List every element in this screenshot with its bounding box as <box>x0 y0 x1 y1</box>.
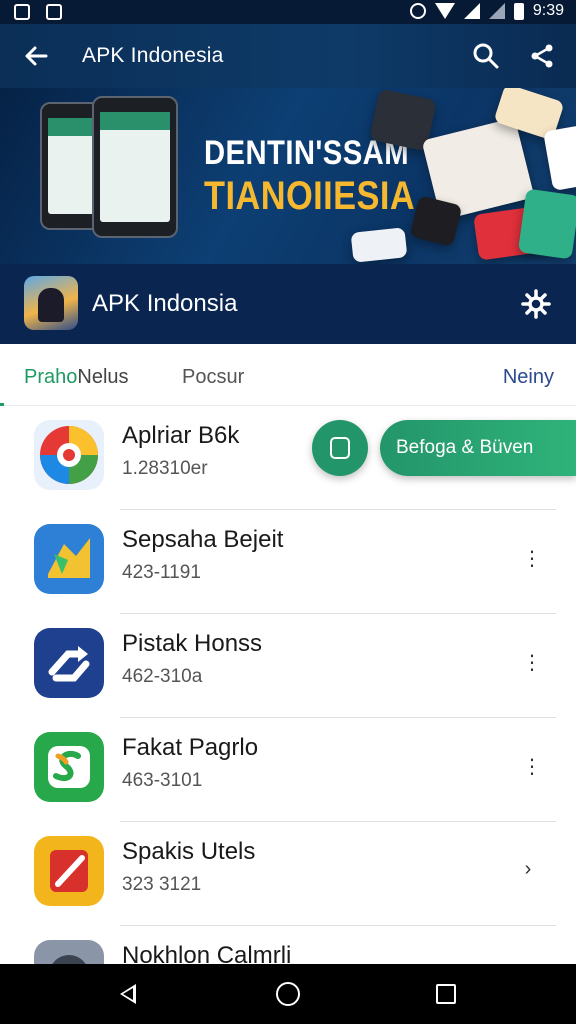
overflow-menu-icon[interactable]: ⋮ <box>522 650 542 675</box>
app-tile-illustration <box>409 195 463 247</box>
item-title: Spakis Utels <box>122 838 256 865</box>
battery-icon <box>513 2 524 20</box>
settings-icon[interactable] <box>520 288 552 320</box>
tab-label-part: Nelus <box>77 366 129 388</box>
clipboard-button[interactable] <box>312 420 368 476</box>
share-icon[interactable] <box>528 42 556 70</box>
app-bar: APK Indonesia <box>0 24 576 88</box>
recents-icon[interactable] <box>436 984 456 1004</box>
item-subtitle: 1.28310er <box>122 458 208 479</box>
overflow-menu-icon[interactable]: ⋮ <box>522 546 542 571</box>
tab-bar: PrahoNelus Pocsur Neiny <box>0 344 576 406</box>
list-item[interactable]: Pistak Honss 462-310a ⋮ <box>0 614 576 718</box>
item-title: Pistak Honss <box>122 630 263 657</box>
map-app-icon <box>34 524 104 594</box>
home-icon[interactable] <box>276 982 300 1006</box>
item-subtitle: 323 3121 <box>122 874 202 895</box>
action-pill-button[interactable]: Befoga & Büven <box>380 420 576 476</box>
tab-praho-nelus[interactable]: PrahoNelus <box>24 366 129 389</box>
item-title: Aplriar B6k <box>122 422 240 449</box>
app-tile-illustration <box>543 124 576 192</box>
banner-subheadline: TIANOIIESIA <box>204 174 416 218</box>
phone-illustration <box>92 96 178 238</box>
status-time: 9:39 <box>532 2 564 19</box>
list-item[interactable]: Sepsaha Bejeit 423-1191 ⋮ <box>0 510 576 614</box>
back-arrow-icon[interactable] <box>20 40 52 72</box>
clipboard-icon <box>330 437 350 459</box>
sync-app-icon <box>34 628 104 698</box>
s-app-icon <box>34 732 104 802</box>
notification-icon <box>14 4 30 20</box>
tab-pocsur[interactable]: Pocsur <box>182 366 244 389</box>
action-pill-label: Befoga & Büven <box>396 437 534 458</box>
swirl-app-icon <box>34 420 104 490</box>
list-item[interactable]: Spakis Utels 323 3121 › <box>0 822 576 926</box>
app-header-name: APK Indonsia <box>92 290 238 317</box>
app-tile-illustration <box>517 188 576 260</box>
item-subtitle: 423-1191 <box>122 562 201 583</box>
promo-banner[interactable]: DENTIN'SSAM TIANOIIESIA <box>0 88 576 264</box>
status-bar: 9:39 <box>0 0 576 24</box>
signal-icon <box>488 3 505 19</box>
app-logo-icon <box>24 276 78 330</box>
item-subtitle: 463-3101 <box>122 770 203 791</box>
overflow-menu-icon[interactable]: ⋮ <box>522 754 542 779</box>
signal-icon <box>463 3 480 19</box>
wifi-icon <box>434 3 455 19</box>
item-title: Sepsaha Bejeit <box>122 526 284 553</box>
item-subtitle: 462-310a <box>122 666 203 687</box>
navigation-bar <box>0 964 576 1024</box>
chevron-right-icon[interactable]: › <box>522 858 534 881</box>
app-tile-illustration <box>350 227 408 263</box>
app-bar-title: APK Indonesia <box>82 44 224 67</box>
item-title: Fakat Pagrlo <box>122 734 259 761</box>
tab-neiny[interactable]: Neiny <box>503 366 554 389</box>
search-icon[interactable] <box>472 42 500 70</box>
alarm-icon <box>409 3 426 19</box>
back-icon[interactable] <box>120 984 136 1004</box>
app-header: APK Indonsia <box>0 264 576 344</box>
tab-label-part: Praho <box>24 366 78 388</box>
list-item[interactable]: Aplriar B6k 1.28310er Befoga & Büven <box>0 406 576 510</box>
notification-icon <box>46 4 62 20</box>
list-item[interactable]: Fakat Pagrlo 463-3101 ⋮ <box>0 718 576 822</box>
slash-app-icon <box>34 836 104 906</box>
